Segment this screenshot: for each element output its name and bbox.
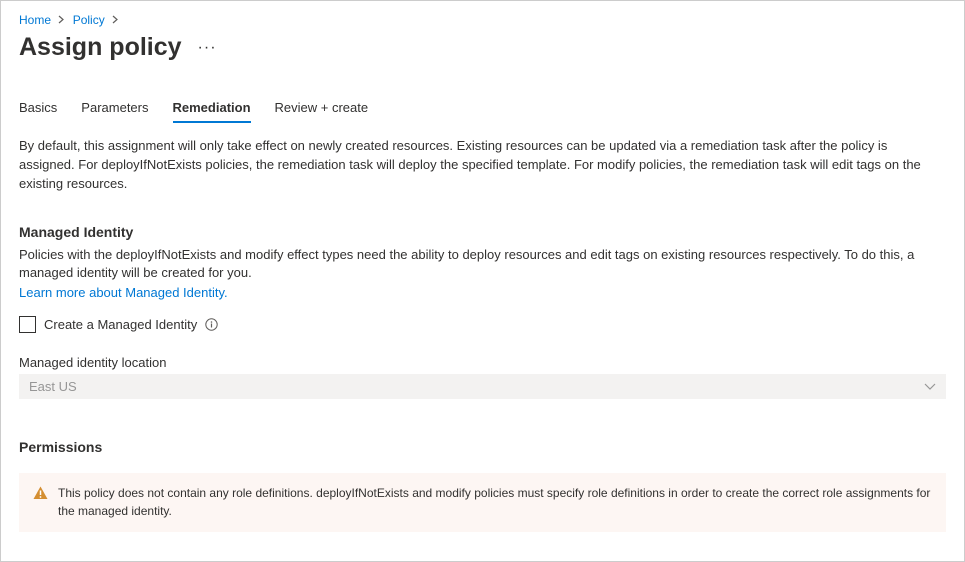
warning-icon	[33, 486, 48, 505]
page-title: Assign policy	[19, 33, 182, 62]
managed-identity-heading: Managed Identity	[19, 224, 946, 240]
create-managed-identity-checkbox[interactable]	[19, 316, 36, 333]
breadcrumb-policy[interactable]: Policy	[73, 13, 105, 27]
chevron-down-icon	[924, 379, 936, 394]
managed-identity-location-dropdown[interactable]: East US	[19, 374, 946, 399]
tab-remediation[interactable]: Remediation	[173, 100, 251, 123]
info-icon[interactable]	[205, 318, 218, 331]
breadcrumb-home[interactable]: Home	[19, 13, 51, 27]
managed-identity-location-value: East US	[29, 379, 77, 394]
permissions-heading: Permissions	[19, 439, 946, 455]
tab-basics[interactable]: Basics	[19, 100, 57, 123]
permissions-warning-text: This policy does not contain any role de…	[58, 485, 932, 520]
create-managed-identity-row: Create a Managed Identity	[19, 316, 946, 333]
managed-identity-location-label: Managed identity location	[19, 355, 946, 370]
chevron-right-icon	[58, 13, 65, 27]
create-managed-identity-label: Create a Managed Identity	[44, 317, 197, 332]
permissions-warning: This policy does not contain any role de…	[19, 473, 946, 532]
managed-identity-text: Policies with the deployIfNotExists and …	[19, 246, 946, 284]
tab-parameters[interactable]: Parameters	[81, 100, 148, 123]
page-header: Assign policy ···	[19, 33, 946, 62]
tab-review-create[interactable]: Review + create	[275, 100, 369, 123]
more-actions-button[interactable]: ···	[194, 35, 221, 61]
tab-list: Basics Parameters Remediation Review + c…	[19, 100, 946, 123]
learn-more-link[interactable]: Learn more about Managed Identity.	[19, 285, 228, 300]
chevron-right-icon	[112, 13, 119, 27]
remediation-description: By default, this assignment will only ta…	[19, 137, 946, 194]
breadcrumb: Home Policy	[19, 13, 946, 27]
